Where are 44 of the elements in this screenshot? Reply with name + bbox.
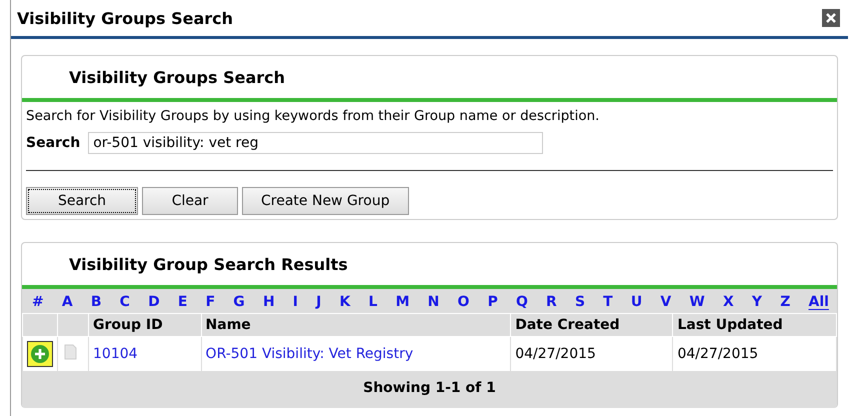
letter-link[interactable]: Q (516, 294, 528, 310)
add-button[interactable] (27, 340, 53, 366)
letter-link[interactable]: Y (752, 294, 762, 310)
letter-link[interactable]: C (120, 294, 130, 310)
letter-link[interactable]: V (660, 294, 672, 310)
letter-link[interactable]: O (458, 294, 470, 310)
letter-link[interactable]: H (262, 294, 275, 310)
letter-link[interactable]: T (603, 294, 613, 310)
letter-link[interactable]: F (206, 294, 216, 310)
column-header: Name (201, 314, 511, 336)
letter-link[interactable]: G (233, 294, 245, 310)
results-count: Showing 1-1 of 1 (22, 372, 837, 408)
letter-link[interactable]: Z (780, 294, 790, 310)
letter-link[interactable]: All (808, 294, 829, 310)
panel-title: Visibility Groups Search (22, 56, 837, 102)
letter-link[interactable]: K (340, 294, 350, 310)
letter-link[interactable]: D (148, 294, 160, 310)
letter-link[interactable]: R (546, 294, 557, 310)
search-label: Search (26, 135, 80, 151)
letter-link[interactable]: B (90, 294, 102, 310)
letter-link[interactable]: W (689, 294, 705, 310)
description-text: Search for Visibility Groups by using keywords from their Group name or description. (26, 108, 600, 124)
letter-link[interactable]: P (488, 294, 498, 310)
letter-link[interactable]: M (396, 294, 410, 310)
letter-link[interactable]: L (368, 294, 378, 310)
action-button[interactable]: Create New Group (242, 187, 409, 215)
letter-link[interactable]: A (62, 294, 73, 310)
window-title: Visibility Groups Search (17, 8, 234, 28)
letter-link[interactable]: S (574, 294, 586, 310)
column-header: Date Created (510, 314, 673, 336)
letter-link[interactable]: E (178, 294, 188, 310)
action-button[interactable]: Search (26, 187, 138, 215)
column-header: Last Updated (672, 314, 836, 336)
search-field[interactable]: or-501 visibility: vet reg (88, 132, 544, 154)
letter-link[interactable]: I (292, 294, 298, 310)
letter-link[interactable]: N (428, 294, 440, 310)
letter-link[interactable]: J (316, 294, 322, 310)
close-icon[interactable] (822, 9, 840, 27)
column-header: Group ID (88, 314, 202, 336)
letter-link[interactable]: X (722, 294, 734, 310)
letter-link[interactable]: U (630, 294, 642, 310)
group-id-link[interactable]: 10104 (93, 346, 138, 362)
letter-link[interactable]: # (32, 294, 44, 310)
action-button[interactable]: Clear (142, 187, 238, 215)
